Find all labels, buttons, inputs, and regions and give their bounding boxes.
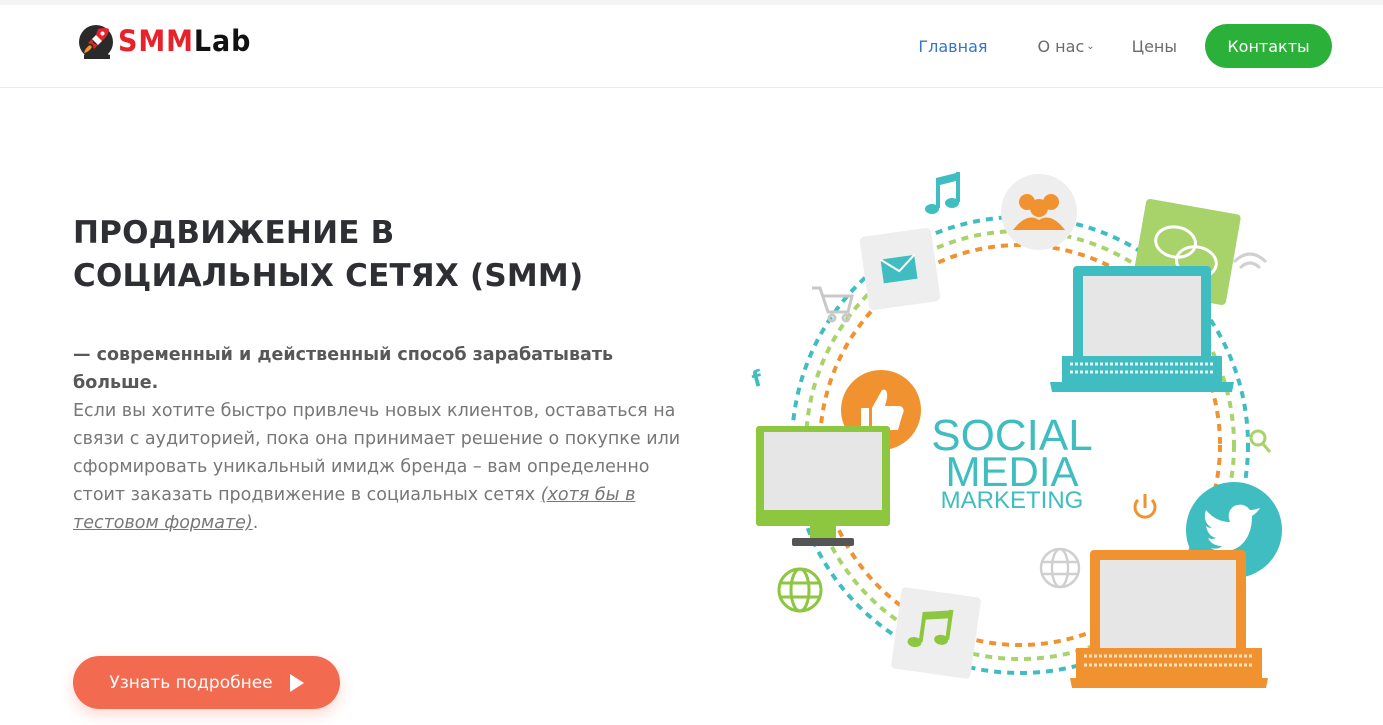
site-header: SMMLab Главная О нас ⌄ Цены Контакты bbox=[0, 5, 1383, 88]
hero-title-line1: ПРОДВИЖЕНИЕ В bbox=[73, 215, 395, 251]
music-card-icon bbox=[891, 587, 981, 679]
hero-title: ПРОДВИЖЕНИЕ В СОЦИАЛЬНЫХ СЕТЯХ (SMM) bbox=[73, 212, 633, 298]
hero-lead: — современный и действенный способ зараб… bbox=[73, 345, 614, 393]
hero-body-end: . bbox=[252, 513, 259, 533]
learn-more-button[interactable]: Узнать подробнее bbox=[73, 656, 340, 709]
globe-green-icon bbox=[777, 567, 823, 613]
rocket-logo-icon bbox=[79, 25, 113, 59]
globe-grey-icon bbox=[1039, 547, 1081, 589]
logo-text: SMMLab bbox=[118, 21, 251, 61]
search-icon bbox=[1249, 429, 1272, 453]
learn-more-label: Узнать подробнее bbox=[109, 672, 273, 693]
laptop-teal-icon bbox=[1050, 266, 1234, 392]
play-icon bbox=[289, 673, 304, 692]
monitor-green-icon bbox=[756, 426, 890, 546]
nav-link-prices[interactable]: Цены bbox=[1132, 37, 1177, 56]
chevron-down-icon: ⌄ bbox=[1086, 40, 1095, 52]
people-icon bbox=[1001, 174, 1077, 250]
main-nav: Главная О нас ⌄ Цены Контакты bbox=[918, 24, 1332, 68]
laptop-orange-icon bbox=[1070, 550, 1268, 688]
power-icon bbox=[1133, 494, 1157, 519]
contacts-button[interactable]: Контакты bbox=[1205, 24, 1332, 68]
hero-body: Если вы хотите быстро привлечь новых кли… bbox=[73, 397, 693, 537]
wifi-icon bbox=[1232, 252, 1268, 270]
logo-text-red: SMM bbox=[118, 24, 194, 58]
music-note-icon bbox=[925, 172, 960, 214]
hero-title-line2: СОЦИАЛЬНЫХ СЕТЯХ (SMM) bbox=[73, 258, 584, 294]
logo-text-dark: Lab bbox=[193, 24, 252, 58]
illus-text-marketing: MARKETING bbox=[941, 487, 1084, 514]
nav-link-about[interactable]: О нас ⌄ bbox=[1038, 37, 1095, 56]
nav-link-about-label: О нас bbox=[1037, 36, 1085, 56]
mail-icon bbox=[859, 227, 941, 311]
logo[interactable]: SMMLab bbox=[76, 21, 261, 61]
nav-link-home[interactable]: Главная bbox=[918, 37, 987, 56]
smm-illustration: f SOCIAL MEDIA MARKETING bbox=[749, 172, 1282, 688]
cart-icon bbox=[812, 286, 854, 323]
facebook-icon: f bbox=[749, 366, 765, 393]
